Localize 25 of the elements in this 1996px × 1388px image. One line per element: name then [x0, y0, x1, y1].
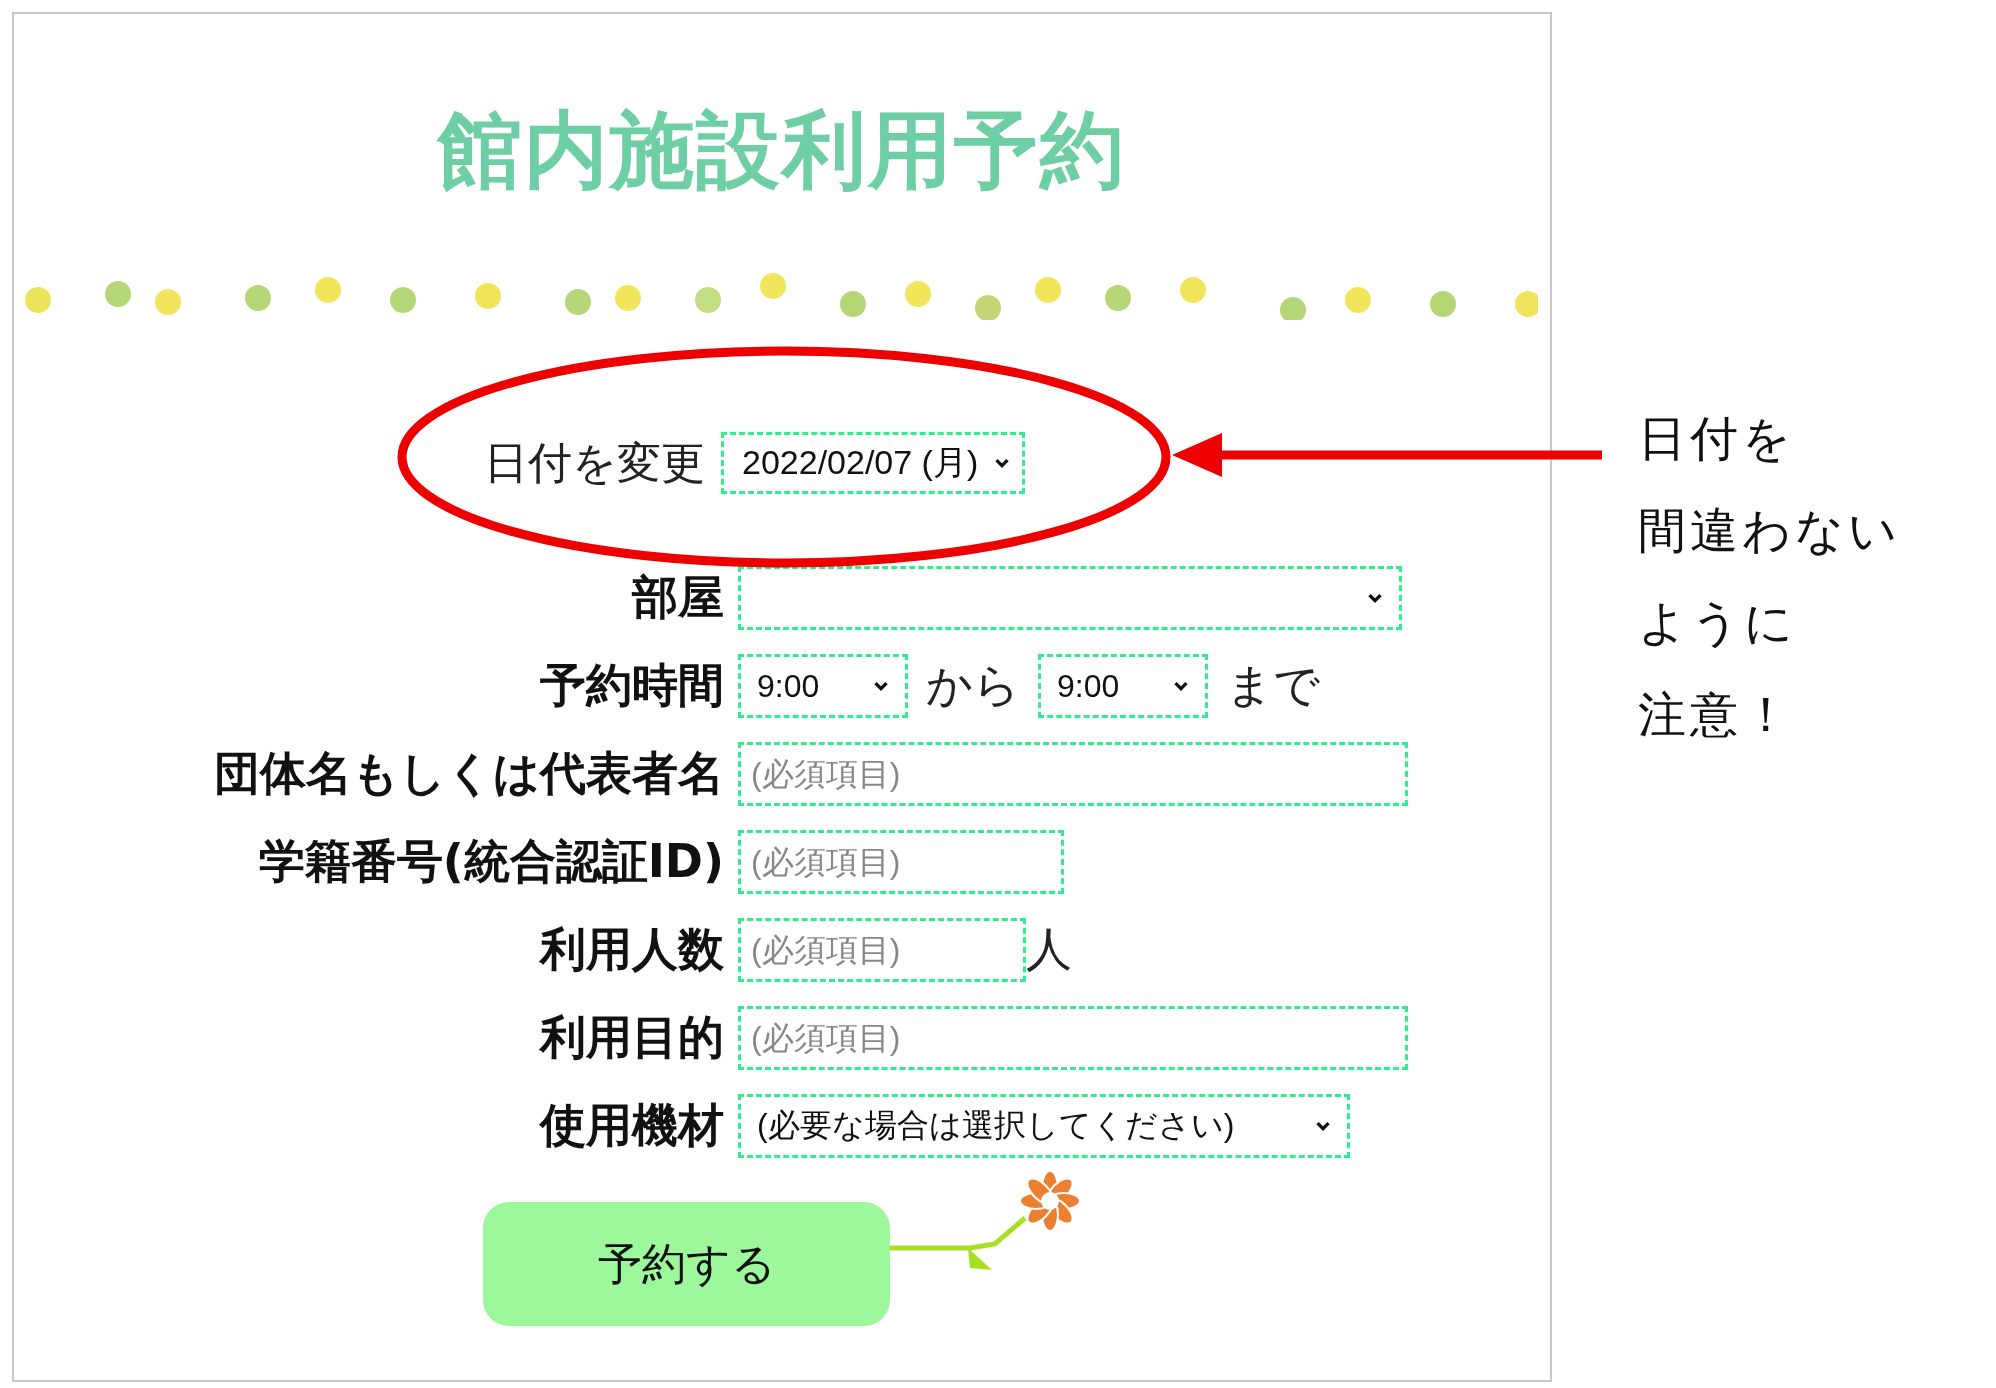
field-label: 予約時間: [539, 657, 724, 714]
note-text: 間違わない: [1638, 504, 1901, 556]
date-label: 日付を変更: [484, 435, 705, 490]
field-label: 学籍番号(統合認証ID): [257, 833, 724, 890]
input-field[interactable]: (必須項目): [738, 830, 1064, 894]
time-select[interactable]: 9:00: [738, 654, 908, 718]
unit-label: 人: [1026, 921, 1072, 978]
time-separator: から: [926, 657, 1020, 714]
note-text: ように: [1638, 596, 1798, 648]
time-suffix: まで: [1226, 657, 1320, 714]
time-select[interactable]: 9:00: [1038, 654, 1208, 718]
dropdown-field[interactable]: (必要な場合は選択してください): [738, 1094, 1350, 1158]
note-text: 注意！: [1638, 688, 1795, 740]
field-label: 利用人数: [538, 921, 724, 978]
field-label: 団体名もしくは代表者名: [213, 745, 724, 802]
reserve-button[interactable]: 予約する: [483, 1202, 890, 1326]
field-label: 使用機材: [538, 1097, 724, 1154]
page-title: 館内施設利用予約: [435, 100, 1127, 201]
note-text: 日付を: [1638, 412, 1796, 464]
date-select[interactable]: 2022/02/07 (月): [721, 432, 1026, 494]
input-field[interactable]: (必須項目): [738, 918, 1026, 982]
field-label: 利用目的: [538, 1009, 724, 1066]
input-field[interactable]: (必須項目): [738, 742, 1408, 806]
input-field[interactable]: (必須項目): [738, 1006, 1408, 1070]
field-label: 部屋: [630, 569, 724, 626]
